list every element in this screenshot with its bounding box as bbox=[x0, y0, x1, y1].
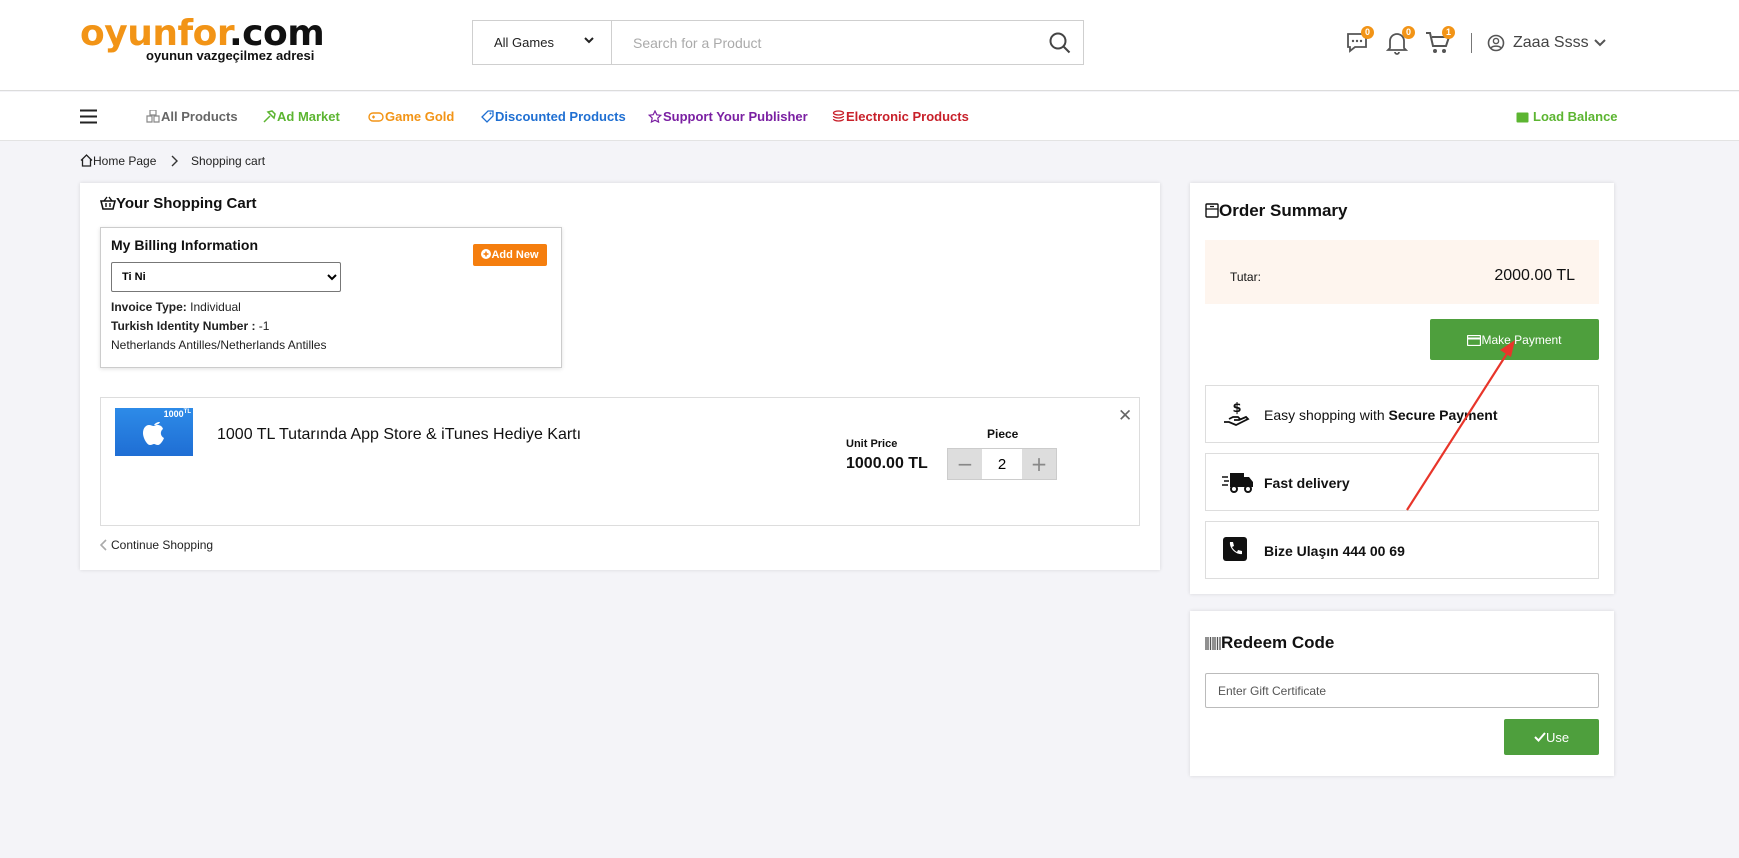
credit-card-icon bbox=[1467, 334, 1482, 346]
nav-label: Support Your Publisher bbox=[663, 109, 808, 124]
unit-price-value: 1000.00 TL bbox=[846, 455, 928, 472]
nav-label: All Products bbox=[161, 109, 238, 124]
contact-text[interactable]: Bize Ulaşın 444 00 69 bbox=[1264, 543, 1405, 559]
cart-title: Your Shopping Cart bbox=[99, 195, 257, 212]
secure-payment-text: Easy shopping with Secure Payment bbox=[1264, 407, 1498, 423]
nav-electronic-products[interactable]: Electronic Products bbox=[832, 109, 969, 124]
messages-badge: 0 bbox=[1361, 26, 1374, 39]
logo-wordmark: oyunfor.com bbox=[80, 13, 325, 54]
game-select-value: All Games bbox=[494, 35, 554, 50]
chevron-down-icon bbox=[584, 37, 594, 44]
header-divider bbox=[1471, 33, 1472, 53]
site-logo[interactable]: oyunfor.com oyunun vazgeçilmez adresi bbox=[80, 13, 325, 64]
use-code-button[interactable]: Use bbox=[1504, 719, 1599, 755]
barcode-icon bbox=[1205, 637, 1221, 650]
gamepad-icon bbox=[368, 112, 384, 122]
load-balance-label: Load Balance bbox=[1533, 109, 1618, 124]
cart-badge: 1 bbox=[1442, 26, 1455, 39]
hamburger-menu-icon[interactable] bbox=[80, 109, 97, 124]
billing-address: Netherlands Antilles/Netherlands Antille… bbox=[111, 338, 327, 352]
remove-item-button[interactable]: ✕ bbox=[1118, 406, 1132, 426]
redeem-title: Redeem Code bbox=[1205, 633, 1334, 653]
search-icon[interactable] bbox=[1048, 31, 1072, 55]
increase-quantity-button[interactable]: + bbox=[1022, 449, 1056, 479]
apple-logo-icon bbox=[143, 422, 164, 445]
identity-number: Turkish Identity Number : -1 bbox=[111, 319, 270, 333]
plus-circle-icon bbox=[481, 249, 492, 259]
nav-all-products[interactable]: All Products bbox=[146, 109, 238, 124]
hammer-icon bbox=[263, 110, 276, 123]
make-payment-button[interactable]: Make Payment bbox=[1430, 319, 1599, 360]
billing-title: My Billing Information bbox=[111, 237, 258, 253]
fast-delivery-info: Fast delivery bbox=[1205, 453, 1599, 511]
home-icon bbox=[80, 154, 93, 167]
delivery-truck-icon bbox=[1222, 473, 1253, 493]
nav-discounted-products[interactable]: Discounted Products bbox=[481, 109, 626, 124]
wallet-icon bbox=[1516, 112, 1529, 123]
nav-game-gold[interactable]: Game Gold bbox=[368, 109, 454, 124]
check-icon bbox=[1534, 731, 1546, 742]
phone-icon bbox=[1223, 537, 1247, 561]
gift-certificate-input[interactable] bbox=[1205, 673, 1599, 708]
main-navigation: All Products Ad Market Game Gold Discoun… bbox=[0, 92, 1739, 141]
tag-icon bbox=[481, 110, 494, 123]
cart-button[interactable]: 1 bbox=[1425, 26, 1455, 60]
basket-icon bbox=[99, 196, 117, 210]
load-balance-link[interactable]: Load Balance bbox=[1516, 109, 1618, 124]
nav-ad-market[interactable]: Ad Market bbox=[263, 109, 340, 124]
total-value: 2000.00 TL bbox=[1494, 267, 1575, 284]
search-input[interactable] bbox=[613, 21, 1033, 64]
billing-profile-select[interactable]: Ti Ni bbox=[111, 262, 341, 292]
notifications-badge: 0 bbox=[1402, 26, 1415, 39]
nav-label: Discounted Products bbox=[495, 109, 626, 124]
piece-label: Piece bbox=[987, 427, 1019, 441]
chevron-down-icon bbox=[1594, 39, 1606, 47]
notifications-button[interactable]: 0 bbox=[1385, 26, 1415, 60]
nav-label: Game Gold bbox=[385, 109, 455, 124]
continue-shopping-link[interactable]: Continue Shopping bbox=[99, 538, 213, 552]
user-name: Zaaa Ssss bbox=[1513, 34, 1589, 51]
decrease-quantity-button[interactable]: − bbox=[948, 449, 982, 479]
hand-money-icon: $ bbox=[1224, 401, 1250, 426]
boxes-icon bbox=[146, 109, 160, 123]
shopping-cart-panel: Your Shopping Cart My Billing Informatio… bbox=[80, 183, 1160, 570]
redeem-code-panel: Redeem Code Use bbox=[1190, 611, 1614, 776]
game-category-select[interactable]: All Games bbox=[473, 21, 612, 64]
cart-item-row: 1000TL 1000 TL Tutarında App Store & iTu… bbox=[100, 397, 1140, 526]
secure-payment-info: $ Easy shopping with Secure Payment bbox=[1205, 385, 1599, 443]
order-summary-title: Order Summary bbox=[1205, 201, 1348, 221]
quantity-stepper: − + bbox=[947, 448, 1057, 480]
svg-text:$: $ bbox=[1232, 401, 1241, 416]
logo-tagline: oyunun vazgeçilmez adresi bbox=[146, 48, 315, 63]
invoice-type: Invoice Type: Individual bbox=[111, 300, 241, 314]
coins-icon bbox=[832, 110, 845, 122]
nav-label: Ad Market bbox=[277, 109, 340, 124]
receipt-icon bbox=[1205, 203, 1219, 218]
breadcrumb-current: Shopping cart bbox=[191, 154, 266, 168]
breadcrumb-home[interactable]: Home Page bbox=[93, 154, 156, 168]
nav-label: Electronic Products bbox=[846, 109, 969, 124]
contact-info: Bize Ulaşın 444 00 69 bbox=[1205, 521, 1599, 579]
chevron-right-icon bbox=[171, 155, 178, 167]
quantity-input[interactable] bbox=[982, 449, 1022, 479]
chevron-left-icon bbox=[99, 539, 107, 551]
product-image[interactable]: 1000TL bbox=[115, 408, 193, 456]
nav-support-your-publisher[interactable]: Support Your Publisher bbox=[647, 109, 808, 124]
add-new-billing-button[interactable]: Add New bbox=[473, 244, 547, 266]
fast-delivery-text: Fast delivery bbox=[1264, 475, 1350, 491]
search-bar: All Games bbox=[472, 20, 1084, 65]
total-label: Tutar: bbox=[1230, 270, 1261, 284]
messages-button[interactable]: 0 bbox=[1345, 26, 1374, 60]
product-image-tag: 1000TL bbox=[163, 409, 191, 419]
top-header: oyunfor.com oyunun vazgeçilmez adresi Al… bbox=[0, 0, 1739, 91]
order-total-box: Tutar: 2000.00 TL bbox=[1205, 240, 1599, 304]
user-circle-icon bbox=[1487, 34, 1505, 52]
product-name[interactable]: 1000 TL Tutarında App Store & iTunes Hed… bbox=[217, 426, 581, 444]
unit-price-label: Unit Price bbox=[846, 438, 898, 450]
star-icon bbox=[647, 109, 663, 124]
billing-info-box: My Billing Information Add New Ti Ni Inv… bbox=[100, 227, 562, 368]
order-summary-panel: Order Summary Tutar: 2000.00 TL Make Pay… bbox=[1190, 183, 1614, 594]
